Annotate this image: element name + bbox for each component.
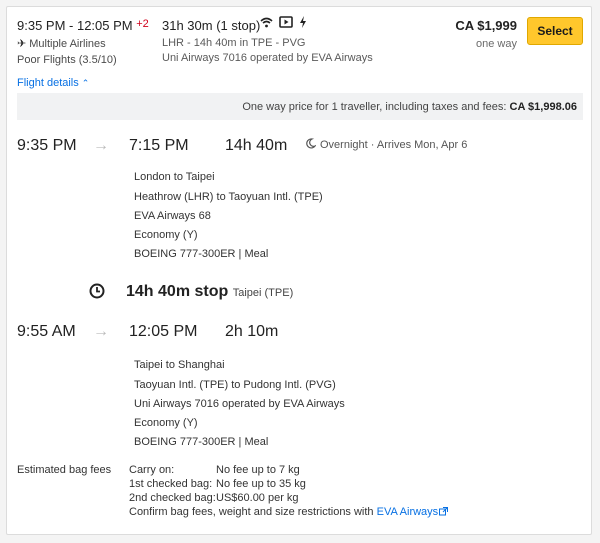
fare-note: One way price for 1 traveller, including… [242, 101, 577, 113]
day-offset: +2 [136, 18, 149, 30]
moon-icon [305, 138, 317, 152]
segment1-line: Heathrow (LHR) to Taoyuan Intl. (TPE) [134, 191, 323, 203]
segment2-duration: 2h 10m [225, 323, 279, 340]
segment2-line: Taipei to Shanghai [134, 359, 225, 371]
fare-amount: CA $1,998.06 [509, 101, 577, 113]
stop-duration: 14h 40m stop [126, 283, 229, 300]
airline-bag-link[interactable]: EVA Airways [377, 506, 449, 518]
select-button[interactable]: Select [527, 17, 583, 45]
bag-fee: No fee up to 35 kg [216, 478, 306, 490]
segment2-arrive: 12:05 PM [129, 323, 198, 340]
fare-summary-bar: One way price for 1 traveller, including… [17, 93, 583, 120]
external-link-icon [438, 506, 449, 518]
airline-name: Multiple Airlines [29, 38, 106, 50]
amenities [260, 16, 307, 28]
segment2-depart: 9:55 AM [17, 323, 76, 340]
segment1-depart: 9:35 PM [17, 137, 77, 154]
multi-airline-icon: ✈ [17, 38, 27, 50]
segment1-line: London to Taipei [134, 171, 215, 183]
arrow-right-icon: → [93, 137, 109, 154]
total-duration: 31h 30m (1 stop) [162, 18, 261, 33]
bag-fee: US$60.00 per kg [216, 492, 299, 504]
flight-result-card: 9:35 PM - 12:05 PM +2 ✈ Multiple Airlines… [6, 6, 592, 535]
depart-arrive-times: 9:35 PM - 12:05 PM +2 [17, 18, 149, 33]
bag-type: 2nd checked bag: [129, 492, 216, 504]
bag-confirm: Confirm bag fees, weight and size restri… [129, 506, 449, 518]
overnight-note: Overnight · Arrives Mon, Apr 6 [305, 138, 467, 152]
clock-icon [89, 283, 105, 304]
bag-fee: No fee up to 7 kg [216, 464, 300, 476]
route-summary: LHR - 14h 40m in TPE - PVG [162, 37, 306, 49]
arrow-right-icon: → [93, 323, 109, 340]
wifi-icon [260, 17, 273, 28]
airline-row: ✈ Multiple Airlines [17, 37, 106, 50]
stopover: 14h 40m stop Taipei (TPE) [126, 283, 293, 301]
stop-city: Taipei (TPE) [232, 287, 294, 299]
bag-type: 1st checked bag: [129, 478, 213, 490]
power-icon [299, 16, 307, 28]
operated-by: Uni Airways 7016 operated by EVA Airways [162, 52, 373, 64]
bag-confirm-text: Confirm bag fees, weight and size restri… [129, 506, 374, 518]
segment1-line: EVA Airways 68 [134, 210, 211, 222]
price-type: one way [476, 38, 517, 50]
segment1-line: Economy (Y) [134, 229, 198, 241]
price: CA $1,999 [455, 18, 517, 33]
chevron-up-icon: ⌃ [81, 78, 90, 88]
overnight-text: Overnight · Arrives Mon, Apr 6 [320, 139, 468, 151]
video-icon [279, 16, 293, 28]
flight-details-toggle[interactable]: Flight details ⌃ [17, 77, 89, 89]
segment2-line: Uni Airways 7016 operated by EVA Airways [134, 398, 345, 410]
segment1-line: BOEING 777-300ER | Meal [134, 248, 269, 260]
bag-fees-label: Estimated bag fees [17, 464, 112, 476]
times-text: 9:35 PM - 12:05 PM [17, 18, 133, 33]
segment2-line: Taoyuan Intl. (TPE) to Pudong Intl. (PVG… [134, 379, 336, 391]
airline-bag-link-label: EVA Airways [376, 506, 439, 518]
segment1-arrive: 7:15 PM [129, 137, 189, 154]
segment1-duration: 14h 40m [225, 137, 288, 154]
segment2-line: Economy (Y) [134, 417, 198, 429]
segment2-line: BOEING 777-300ER | Meal [134, 436, 269, 448]
flight-rating: Poor Flights (3.5/10) [17, 54, 117, 66]
flight-details-label: Flight details [17, 77, 79, 89]
bag-type: Carry on: [129, 464, 175, 476]
fare-note-prefix: One way price for 1 traveller, including… [242, 101, 507, 113]
